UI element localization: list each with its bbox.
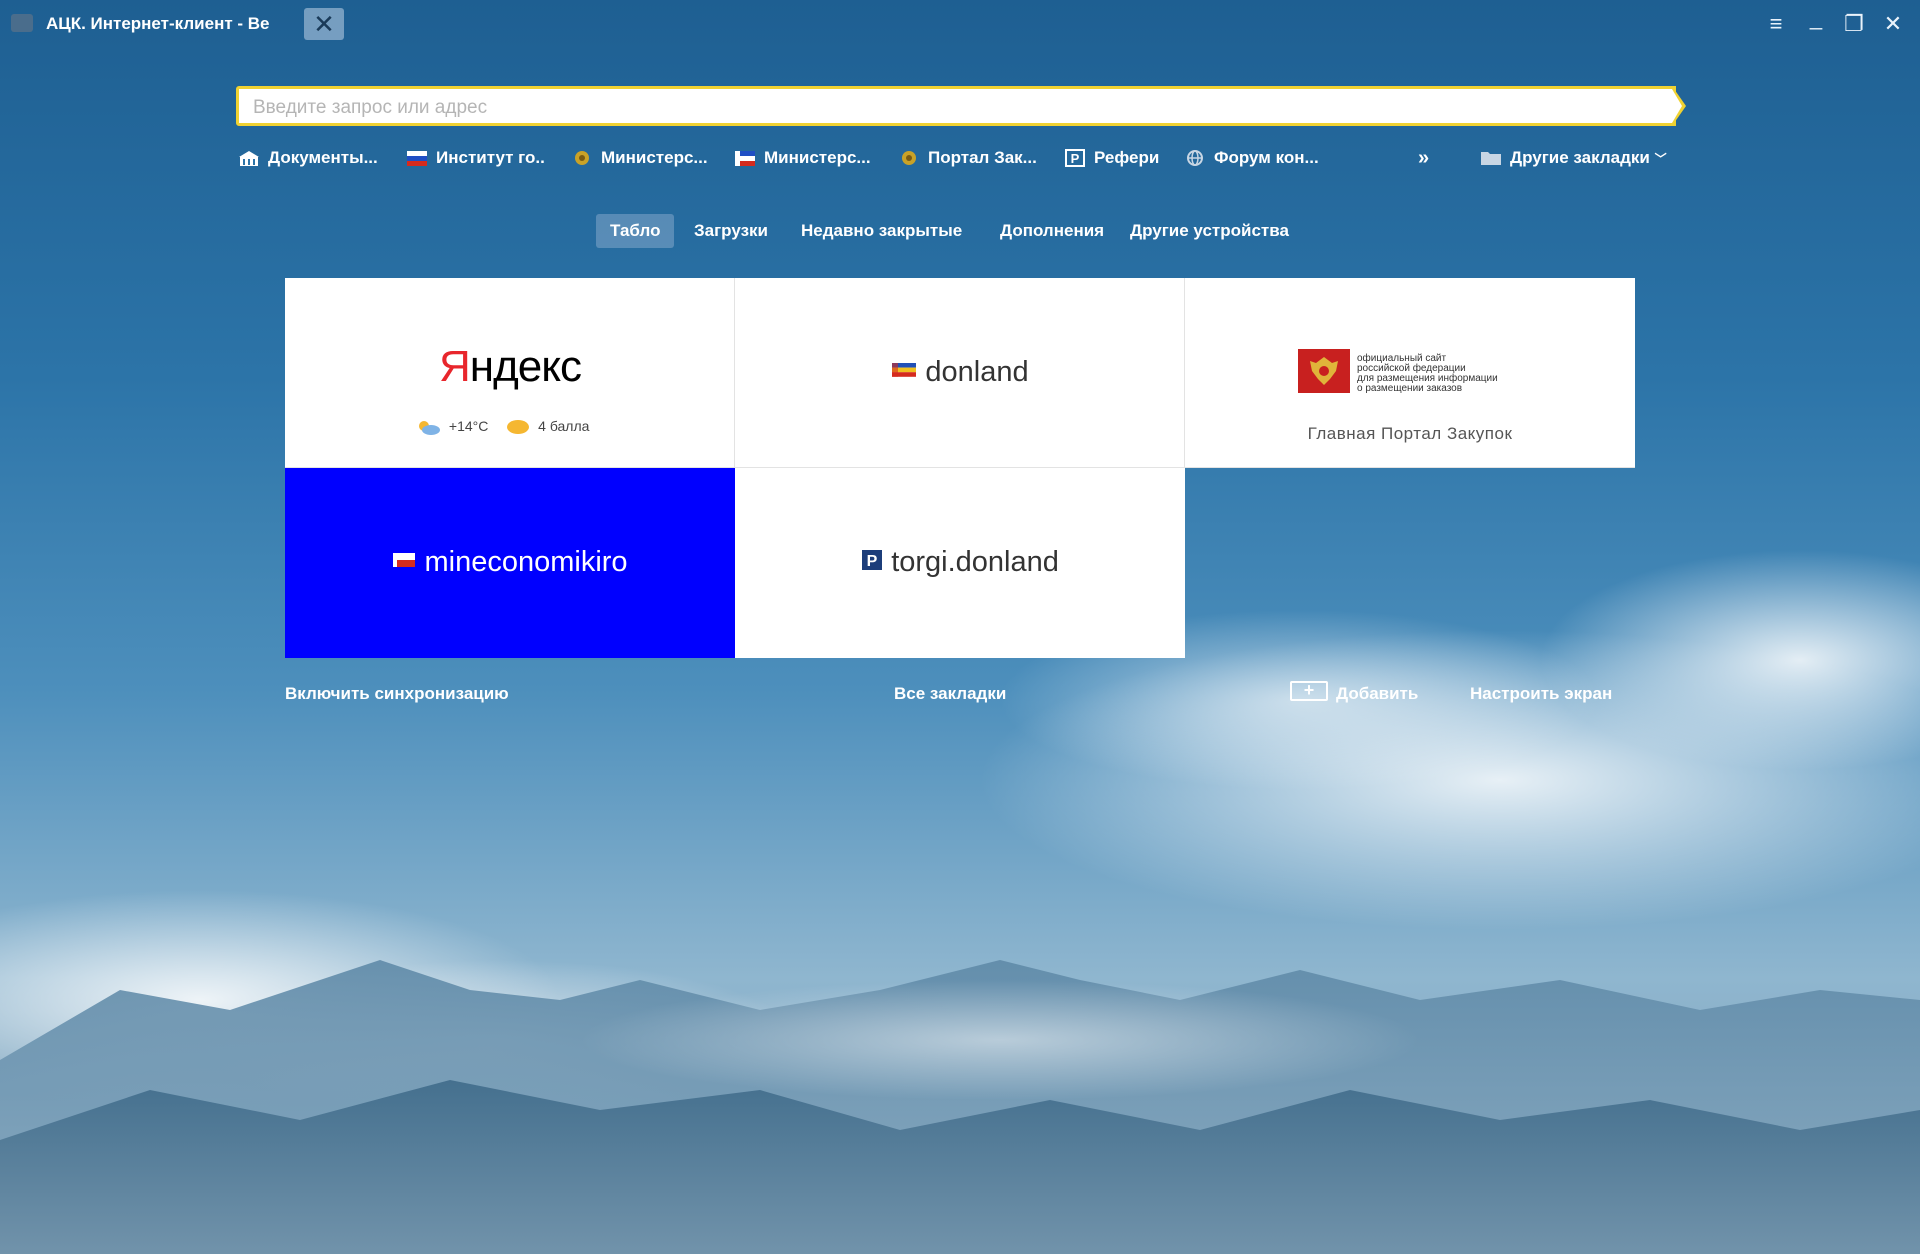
tab-extensions[interactable]: Дополнения — [986, 214, 1118, 248]
bookmark-label: Министерс... — [764, 148, 871, 167]
zakupki-logo-text: официальный сайт российской федерации дл… — [1357, 353, 1498, 394]
donland-flag-icon — [892, 363, 917, 378]
bookmark-label: Документы... — [268, 148, 378, 167]
tile-yandex[interactable]: Яндекс +14°C 4 балла — [285, 278, 735, 468]
donland-label: donland — [735, 352, 1185, 392]
minimize-button[interactable]: _ — [1800, 2, 1832, 34]
bookmark-label: Министерс... — [601, 148, 708, 167]
all-bookmarks-link[interactable]: Все закладки — [894, 680, 1006, 708]
window-close-button[interactable]: ✕ — [1877, 8, 1909, 40]
traffic-icon — [507, 420, 530, 435]
bookmark-item[interactable]: Форум кон... — [1184, 144, 1319, 172]
emblem-icon — [898, 148, 920, 166]
tile-zakupki[interactable]: официальный сайт российской федерации дл… — [1185, 278, 1635, 468]
other-bookmarks-label: Другие закладки — [1510, 148, 1650, 167]
globe-icon — [1184, 148, 1206, 166]
address-bar — [236, 86, 1676, 126]
bookmark-label: Институт го.. — [436, 148, 545, 167]
weather-icon — [419, 421, 440, 436]
bookmark-item[interactable]: Министерс... — [571, 144, 708, 172]
zakupki-caption: Главная Портал Закупок — [1307, 424, 1513, 443]
building-icon — [238, 148, 260, 166]
other-bookmarks-button[interactable]: Другие закладки ﹀ — [1480, 144, 1667, 172]
more-bookmarks-button[interactable]: » — [1418, 144, 1429, 172]
region-flag-icon — [393, 553, 416, 568]
p-icon: P — [1064, 148, 1086, 167]
add-tile-button[interactable]: + Добавить — [1290, 680, 1418, 708]
emblem-icon — [571, 148, 593, 166]
folder-icon — [1480, 148, 1502, 166]
tile-mineconomikiro[interactable]: mineconomikiro — [285, 468, 735, 658]
enable-sync-link[interactable]: Включить синхронизацию — [285, 680, 509, 708]
tab-tablo[interactable]: Табло — [596, 214, 675, 248]
add-label: Добавить — [1336, 684, 1419, 703]
tab-downloads[interactable]: Загрузки — [680, 214, 782, 248]
tab-favicon-icon — [11, 14, 33, 32]
bookmark-label: Форум кон... — [1214, 148, 1319, 167]
tab-title[interactable]: АЦК. Интернет-клиент - Ве — [46, 12, 288, 36]
region-flag-icon — [734, 148, 756, 166]
bookmark-item[interactable]: Институт го.. — [406, 144, 545, 172]
restore-button[interactable]: ❐ — [1838, 8, 1870, 40]
bookmark-label: Портал Зак... — [928, 148, 1037, 167]
russia-coat-of-arms-icon — [1298, 349, 1350, 393]
mineconomikiro-label: mineconomikiro — [285, 542, 735, 582]
plus-icon: + — [1290, 680, 1328, 701]
yandex-widgets: +14°C 4 балла — [415, 418, 615, 438]
bookmark-item[interactable]: Документы... — [238, 144, 378, 172]
chevron-down-icon: ﹀ — [1654, 152, 1667, 166]
search-input[interactable] — [251, 93, 1655, 123]
tab-recently-closed[interactable]: Недавно закрытые — [787, 214, 976, 248]
bookmarks-bar: Документы... Институт го.. Министерс... … — [236, 144, 1680, 172]
tile-donland[interactable]: donland — [735, 278, 1185, 468]
russia-flag-icon — [406, 148, 428, 166]
torgi-label: P torgi.donland — [735, 542, 1185, 582]
temperature-value: +14°C — [448, 418, 489, 434]
tab-strip: АЦК. Интернет-клиент - Ве ✕ ≡ _ ❐ ✕ — [0, 0, 1920, 48]
menu-icon[interactable]: ≡ — [1760, 8, 1792, 40]
bookmark-item[interactable]: Министерс... — [734, 144, 871, 172]
tile-torgi-donland[interactable]: P torgi.donland — [735, 468, 1185, 658]
yandex-logo: Яндекс — [439, 342, 582, 391]
bookmark-item[interactable]: P Рефери — [1064, 144, 1159, 172]
traffic-value: 4 балла — [538, 418, 590, 434]
customize-screen-link[interactable]: Настроить экран — [1470, 680, 1612, 708]
svg-text:P: P — [1071, 151, 1080, 166]
bookmark-label: Рефери — [1094, 148, 1160, 167]
tab-close-button[interactable]: ✕ — [304, 8, 344, 40]
p-icon: P — [862, 550, 883, 571]
tab-other-devices[interactable]: Другие устройства — [1116, 214, 1303, 248]
svg-text:P: P — [867, 553, 878, 570]
bookmark-item[interactable]: Портал Зак... — [898, 144, 1037, 172]
